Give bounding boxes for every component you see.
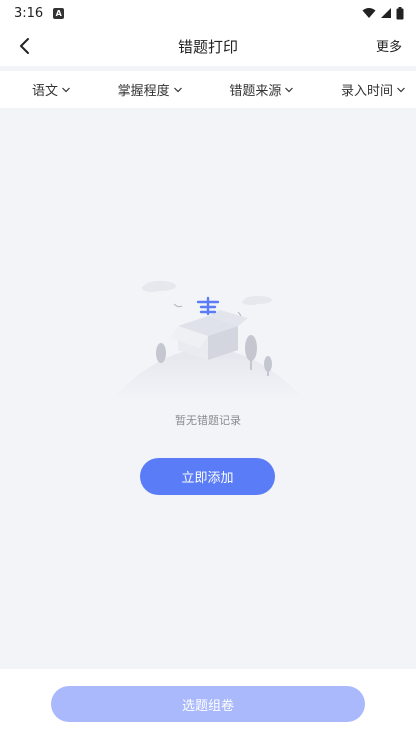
battery-icon bbox=[396, 6, 404, 19]
chevron-down-icon bbox=[285, 87, 294, 92]
page-title: 错题打印 bbox=[177, 37, 238, 56]
filter-bar: 语文 掌握程度 错题来源 录入时间 bbox=[0, 71, 416, 108]
filter-subject-label: 语文 bbox=[32, 84, 59, 99]
chevron-down-icon bbox=[62, 87, 70, 92]
compose-paper-button[interactable]: 选题组卷 bbox=[51, 686, 365, 722]
chevron-down-icon bbox=[397, 87, 405, 92]
app-notification-icon: A bbox=[53, 7, 65, 19]
bottom-bar: 选题组卷 bbox=[0, 669, 416, 739]
filter-mastery[interactable]: 掌握程度 bbox=[118, 80, 183, 99]
status-time: 3:16 bbox=[14, 5, 44, 21]
filter-entry-time-label: 录入时间 bbox=[340, 84, 393, 99]
filter-entry-time[interactable]: 录入时间 bbox=[341, 80, 406, 99]
filter-source-label: 错题来源 bbox=[229, 84, 282, 99]
chevron-left-icon bbox=[20, 38, 29, 54]
more-button[interactable]: 更多 bbox=[376, 36, 402, 55]
add-now-button[interactable]: 立即添加 bbox=[140, 458, 275, 495]
chevron-down-icon bbox=[173, 87, 182, 92]
nav-bar: 错题打印 更多 bbox=[0, 26, 416, 66]
filter-source[interactable]: 错题来源 bbox=[229, 80, 294, 99]
empty-box-icon bbox=[110, 281, 306, 401]
wifi-icon bbox=[362, 8, 376, 18]
filter-subject[interactable]: 语文 bbox=[32, 80, 71, 99]
filter-mastery-label: 掌握程度 bbox=[117, 84, 170, 99]
status-left: 3:16 A bbox=[14, 5, 65, 21]
cellular-signal-icon bbox=[381, 8, 391, 18]
empty-state-text: 暂无错题记录 bbox=[175, 414, 241, 427]
status-bar: 3:16 A bbox=[0, 0, 416, 26]
status-right bbox=[362, 6, 404, 20]
back-button[interactable] bbox=[10, 32, 38, 60]
